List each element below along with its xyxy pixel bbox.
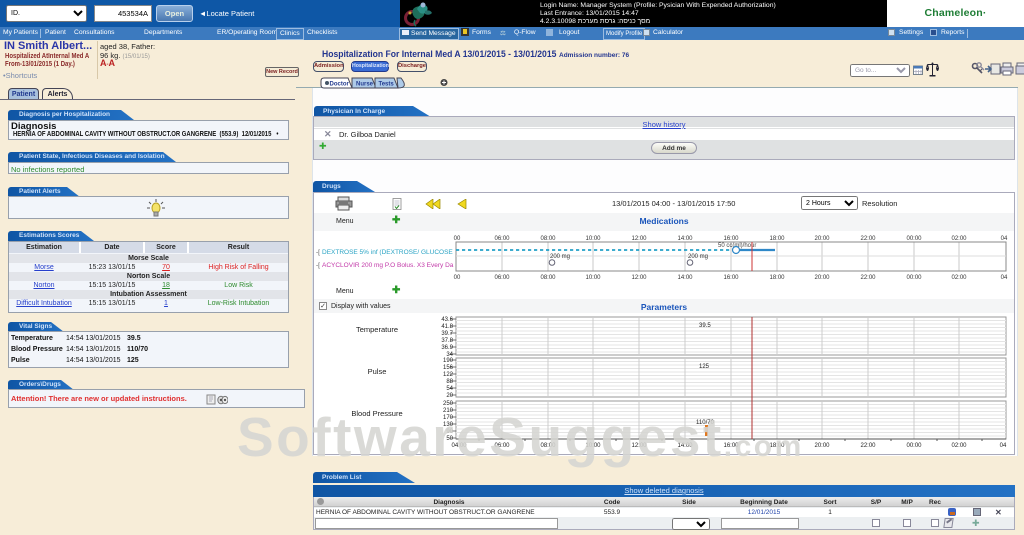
svg-text:00:00: 00:00 <box>906 443 922 449</box>
svg-text:88: 88 <box>446 379 453 385</box>
svg-text:00:00: 00:00 <box>906 236 922 242</box>
svg-text:02:00: 02:00 <box>951 443 967 449</box>
svg-text:-[: -[ <box>316 262 320 269</box>
svg-text:36.9: 36.9 <box>441 345 453 351</box>
svg-text:00:00: 00:00 <box>906 275 922 281</box>
svg-text:37.8: 37.8 <box>441 338 453 344</box>
svg-text:39.5: 39.5 <box>699 323 711 329</box>
svg-text:04: 04 <box>1001 236 1008 242</box>
svg-text:06:00: 06:00 <box>494 275 510 281</box>
svg-text:54: 54 <box>446 386 453 392</box>
svg-text:18:00: 18:00 <box>769 275 785 281</box>
svg-text:122: 122 <box>443 372 454 378</box>
svg-text:18:00: 18:00 <box>769 236 785 242</box>
svg-text:41.8: 41.8 <box>441 324 453 330</box>
svg-text:20:00: 20:00 <box>814 236 830 242</box>
svg-text:Nurse: Nurse <box>356 82 374 88</box>
svg-text:20: 20 <box>446 393 453 399</box>
svg-text:43.6: 43.6 <box>441 317 453 323</box>
svg-text:00: 00 <box>454 236 461 242</box>
svg-text:Doctor: Doctor <box>330 82 350 88</box>
svg-text:22:00: 22:00 <box>860 236 876 242</box>
svg-text:04: 04 <box>1001 275 1008 281</box>
svg-text:00: 00 <box>454 275 461 281</box>
svg-text:04: 04 <box>1000 443 1007 449</box>
svg-text:10:00: 10:00 <box>585 275 601 281</box>
svg-text:02:00: 02:00 <box>951 275 967 281</box>
svg-text:-[: -[ <box>316 249 320 256</box>
svg-text:16:00: 16:00 <box>723 236 739 242</box>
svg-text:20:00: 20:00 <box>814 443 830 449</box>
svg-text:10:00: 10:00 <box>585 236 601 242</box>
svg-text:22:00: 22:00 <box>860 443 876 449</box>
svg-text:22:00: 22:00 <box>860 275 876 281</box>
svg-text:16:00: 16:00 <box>723 275 739 281</box>
svg-text:200 mg: 200 mg <box>688 254 708 260</box>
svg-text:Tests: Tests <box>379 82 395 88</box>
svg-text:08:00: 08:00 <box>540 236 556 242</box>
svg-text:14:00: 14:00 <box>677 236 693 242</box>
svg-text:08:00: 08:00 <box>540 275 556 281</box>
svg-text:125: 125 <box>699 364 710 370</box>
svg-text:02:00: 02:00 <box>951 236 967 242</box>
svg-text:12:00: 12:00 <box>631 236 647 242</box>
svg-text:156: 156 <box>443 365 454 371</box>
svg-text:20:00: 20:00 <box>814 275 830 281</box>
svg-text:06:00: 06:00 <box>494 236 510 242</box>
svg-text:14:00: 14:00 <box>677 275 693 281</box>
svg-text:ACYCLOVIR 200 mg P.O Bolus. X3: ACYCLOVIR 200 mg P.O Bolus. X3 Every Da <box>322 262 454 269</box>
svg-text:12:00: 12:00 <box>631 275 647 281</box>
svg-text:200 mg: 200 mg <box>550 254 570 260</box>
svg-text:DEXTROSE 5% inf (DEXTROSE/ GLU: DEXTROSE 5% inf (DEXTROSE/ GLUCOSE <box>322 249 453 256</box>
svg-text:39.7: 39.7 <box>441 331 453 337</box>
svg-text:190: 190 <box>443 358 454 364</box>
